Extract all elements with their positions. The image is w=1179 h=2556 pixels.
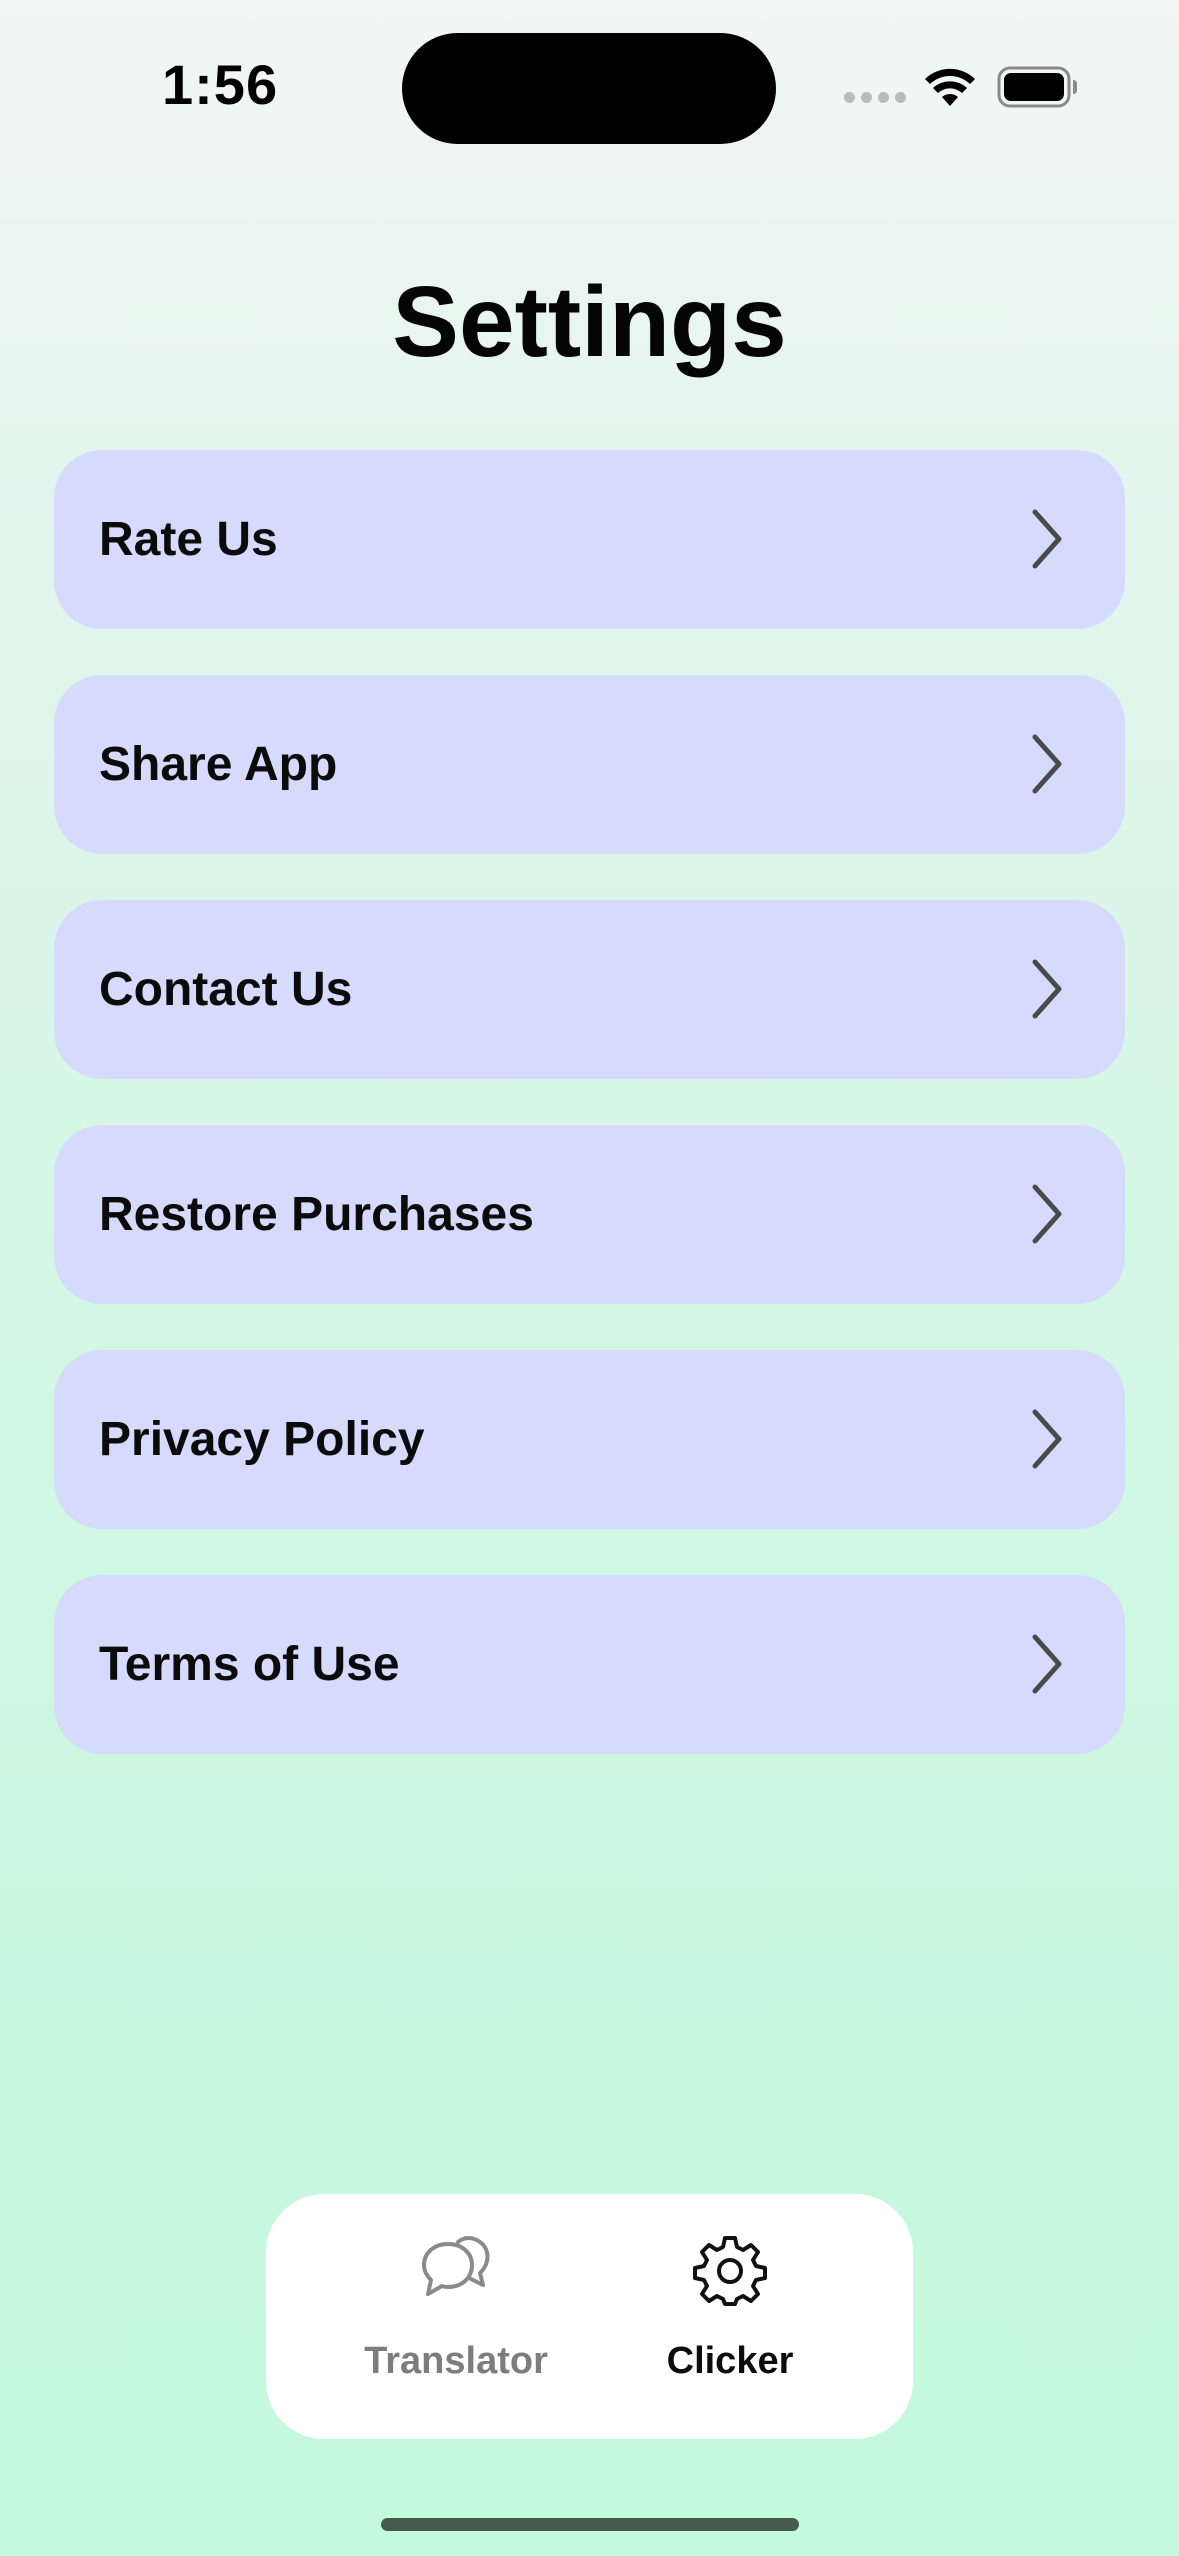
home-indicator[interactable]	[381, 2518, 799, 2531]
chevron-right-icon	[1032, 1634, 1062, 1694]
menu-item-label: Rate Us	[99, 513, 278, 566]
battery-icon	[997, 66, 1077, 108]
gear-icon	[693, 2236, 767, 2306]
tab-clicker[interactable]: Clicker	[600, 2194, 860, 2439]
chat-bubbles-icon	[422, 2236, 490, 2296]
menu-item-share-app[interactable]: Share App	[54, 675, 1125, 854]
menu-item-restore-purchases[interactable]: Restore Purchases	[54, 1125, 1125, 1304]
tab-label: Clicker	[666, 2340, 794, 2382]
tab-label: Translator	[364, 2340, 548, 2382]
menu-item-contact-us[interactable]: Contact Us	[54, 900, 1125, 1079]
menu-item-label: Contact Us	[99, 963, 353, 1016]
menu-item-label: Terms of Use	[99, 1638, 400, 1691]
status-bar: 1:56	[0, 0, 1179, 180]
page-title: Settings	[392, 266, 787, 378]
wifi-icon	[925, 68, 975, 106]
chevron-right-icon	[1032, 509, 1062, 569]
tab-bar: Translator Clicker	[266, 2194, 913, 2439]
dynamic-island	[402, 33, 776, 144]
menu-item-terms-of-use[interactable]: Terms of Use	[54, 1575, 1125, 1754]
chevron-right-icon	[1032, 1409, 1062, 1469]
chevron-right-icon	[1032, 734, 1062, 794]
menu-item-rate-us[interactable]: Rate Us	[54, 450, 1125, 629]
chevron-right-icon	[1032, 959, 1062, 1019]
cellular-signal-icon	[844, 92, 906, 106]
menu-item-label: Privacy Policy	[99, 1413, 425, 1466]
tab-translator[interactable]: Translator	[326, 2194, 586, 2439]
status-time: 1:56	[162, 53, 279, 116]
menu-item-label: Share App	[99, 738, 338, 791]
chevron-right-icon	[1032, 1184, 1062, 1244]
menu-item-privacy-policy[interactable]: Privacy Policy	[54, 1350, 1125, 1529]
menu-item-label: Restore Purchases	[99, 1188, 534, 1241]
settings-menu-list: Rate Us Share App Contact Us Restore Pur…	[54, 450, 1125, 1800]
